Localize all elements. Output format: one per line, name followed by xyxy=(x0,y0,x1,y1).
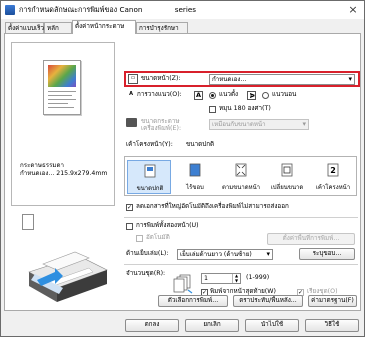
printer-paper-size-label: ขนาดกระดาษเครื่องพิมพ์(E): xyxy=(141,118,182,132)
copies-value: 1 xyxy=(204,275,209,282)
window-title-suffix: series xyxy=(174,5,196,14)
copies-stack-icon xyxy=(173,274,193,294)
scaled-icon xyxy=(281,163,293,177)
copies-range: (1-999) xyxy=(246,274,270,281)
window-title: การกำหนดลักษณะการพิมพ์ของ Canon series xyxy=(19,5,196,16)
duplex-auto-label: อัตโนมัติ xyxy=(146,234,170,241)
page-setup-panel: กระดาษธรรมดา กำหนดเอง... 215.9x279.4mm ▭… xyxy=(4,33,361,311)
preview-text-line xyxy=(48,103,68,104)
stapling-side-label: ด้านเย็บเล่ม(L): xyxy=(126,250,169,257)
divider xyxy=(124,264,358,265)
window-title-text: การกำหนดลักษณะการพิมพ์ของ Canon xyxy=(19,5,143,14)
close-button[interactable]: × xyxy=(346,3,360,16)
spinner-arrows-icon[interactable]: ▲ ▼ xyxy=(232,273,240,283)
layout-item-label: เปลี่ยนขนาด xyxy=(270,184,304,191)
preview-page xyxy=(43,60,81,115)
copies-label: จำนวนชุด(R): xyxy=(126,270,166,277)
print-area-setup-button[interactable]: ตั้งค่าพื้นที่การพิมพ์... xyxy=(267,233,355,245)
landscape-label: แนวนอน xyxy=(272,91,297,98)
paper-type-text: กระดาษธรรมดา xyxy=(20,162,64,169)
preview-text-line xyxy=(48,95,72,96)
divider xyxy=(124,217,358,218)
chevron-down-icon: ▾ xyxy=(266,250,270,258)
stapling-side-select[interactable]: เย็บเล่มด้านยาว (ด้านซ้าย) ▾ xyxy=(177,249,273,260)
page-layout-icon: 2 xyxy=(327,163,339,177)
auto-reduce-label: ลดเอกสารที่ใหญ่อัตโนมัติถึงเครื่องพิมพ์ไ… xyxy=(136,203,289,210)
preview-text-line xyxy=(48,99,76,100)
printer-illustration xyxy=(28,251,108,302)
borderless-icon xyxy=(189,163,201,177)
layout-current-value: ขนาดปกติ xyxy=(186,141,215,148)
layout-item-label: ขนาดปกติ xyxy=(136,185,164,192)
portrait-radio[interactable] xyxy=(209,92,216,99)
paper-size-text: กำหนดเอง... 215.9x279.4mm xyxy=(20,170,108,177)
cancel-button[interactable]: ยกเลิก xyxy=(185,319,239,332)
preview-text-line xyxy=(48,91,76,92)
duplex-label: การพิมพ์ทั้งสองหน้า(U) xyxy=(136,222,199,229)
rotate-180-checkbox[interactable] xyxy=(209,106,216,113)
page-size-select[interactable]: กำหนดเอง... ▾ xyxy=(209,74,355,85)
landscape-radio[interactable] xyxy=(262,92,269,99)
layout-item-borderless[interactable]: ไร้ขอบ xyxy=(173,160,217,194)
copies-spinner[interactable]: 1 ▲ ▼ xyxy=(201,273,241,284)
chevron-down-icon: ▾ xyxy=(302,120,306,128)
layout-selector: ขนาดปกติ ไร้ขอบ ตามขนาดหน้า เปลี่ยนขนาด … xyxy=(124,156,357,196)
stapling-side-value: เย็บเล่มด้านยาว (ด้านซ้าย) xyxy=(180,251,252,258)
print-preferences-dialog: การกำหนดลักษณะการพิมพ์ของ Canon series ×… xyxy=(0,0,365,337)
layout-item-page-layout[interactable]: 2 เค้าโครงหน้า xyxy=(311,160,355,194)
duplex-checkbox[interactable] xyxy=(126,223,133,230)
portrait-label: แนวตั้ง xyxy=(219,91,239,98)
fit-to-page-icon xyxy=(235,163,247,177)
title-bar: การกำหนดลักษณะการพิมพ์ของ Canon series × xyxy=(1,1,364,19)
auto-reduce-checkbox[interactable]: ✓ xyxy=(126,204,133,211)
orientation-preview-icon xyxy=(22,214,34,230)
orientation-label: การวางแนว(O): xyxy=(137,91,182,98)
layout-item-label: เค้าโครงหน้า xyxy=(315,184,351,191)
svg-text:2: 2 xyxy=(330,166,336,175)
page-size-icon: ▭ xyxy=(128,74,138,84)
layout-item-fit-to-page[interactable]: ตามขนาดหน้า xyxy=(219,160,263,194)
close-icon: × xyxy=(348,3,358,16)
ok-button[interactable]: ตกลง xyxy=(125,319,179,332)
rotate-180-label: หมุน 180 องศา(T) xyxy=(219,105,271,112)
tab-quick-setup[interactable]: ตั้งค่าแบบเร็ว xyxy=(5,22,44,33)
page-size-label: ขนาดหน้า(Z): xyxy=(141,75,181,82)
paper-info: กระดาษธรรมดา กำหนดเอง... 215.9x279.4mm xyxy=(20,162,120,178)
tab-page-setup[interactable]: ตั้งค่าหน้ากระดาษ xyxy=(72,20,136,34)
orientation-icon: A xyxy=(129,91,133,97)
layout-item-scaled[interactable]: เปลี่ยนขนาด xyxy=(265,160,309,194)
preview-area: กระดาษธรรมดา กำหนดเอง... 215.9x279.4mm xyxy=(11,42,115,206)
portrait-a-icon: A xyxy=(194,91,203,100)
printer-paper-size-select[interactable]: เหมือนกับขนาดหน้า ▾ xyxy=(209,119,309,130)
landscape-a-icon: A xyxy=(247,91,256,100)
tab-main[interactable]: หลัก xyxy=(44,22,72,33)
printer-paper-size-value: เหมือนกับขนาดหน้า xyxy=(212,121,266,128)
layout-label: เค้าโครงหน้า(Y): xyxy=(126,141,173,148)
specify-margin-button[interactable]: ระบุขอบ... xyxy=(299,248,355,260)
preview-image xyxy=(48,65,76,87)
duplex-auto-checkbox[interactable] xyxy=(136,235,143,242)
apply-button[interactable]: นำไปใช้ xyxy=(245,319,299,332)
preview-text-line xyxy=(48,107,74,108)
layout-item-label: ไร้ขอบ xyxy=(186,184,204,191)
chevron-down-icon: ▾ xyxy=(348,75,352,83)
tab-maintenance[interactable]: การบำรุงรักษา xyxy=(136,22,188,33)
page-size-value: กำหนดเอง... xyxy=(212,76,247,83)
layout-item-label: ตามขนาดหน้า xyxy=(221,184,261,191)
printer-app-icon xyxy=(5,5,15,15)
printer-icon xyxy=(126,118,137,127)
normal-size-icon xyxy=(144,164,156,178)
defaults-button[interactable]: ค่ามาตรฐาน(F) xyxy=(308,295,357,307)
print-options-button[interactable]: ตัวเลือกการพิมพ์... xyxy=(158,295,228,307)
layout-item-normal[interactable]: ขนาดปกติ xyxy=(127,160,171,194)
stamp-background-button[interactable]: ตราประทับ/พื้นหลัง... xyxy=(233,295,303,307)
help-button[interactable]: วิธีใช้ xyxy=(305,319,359,332)
